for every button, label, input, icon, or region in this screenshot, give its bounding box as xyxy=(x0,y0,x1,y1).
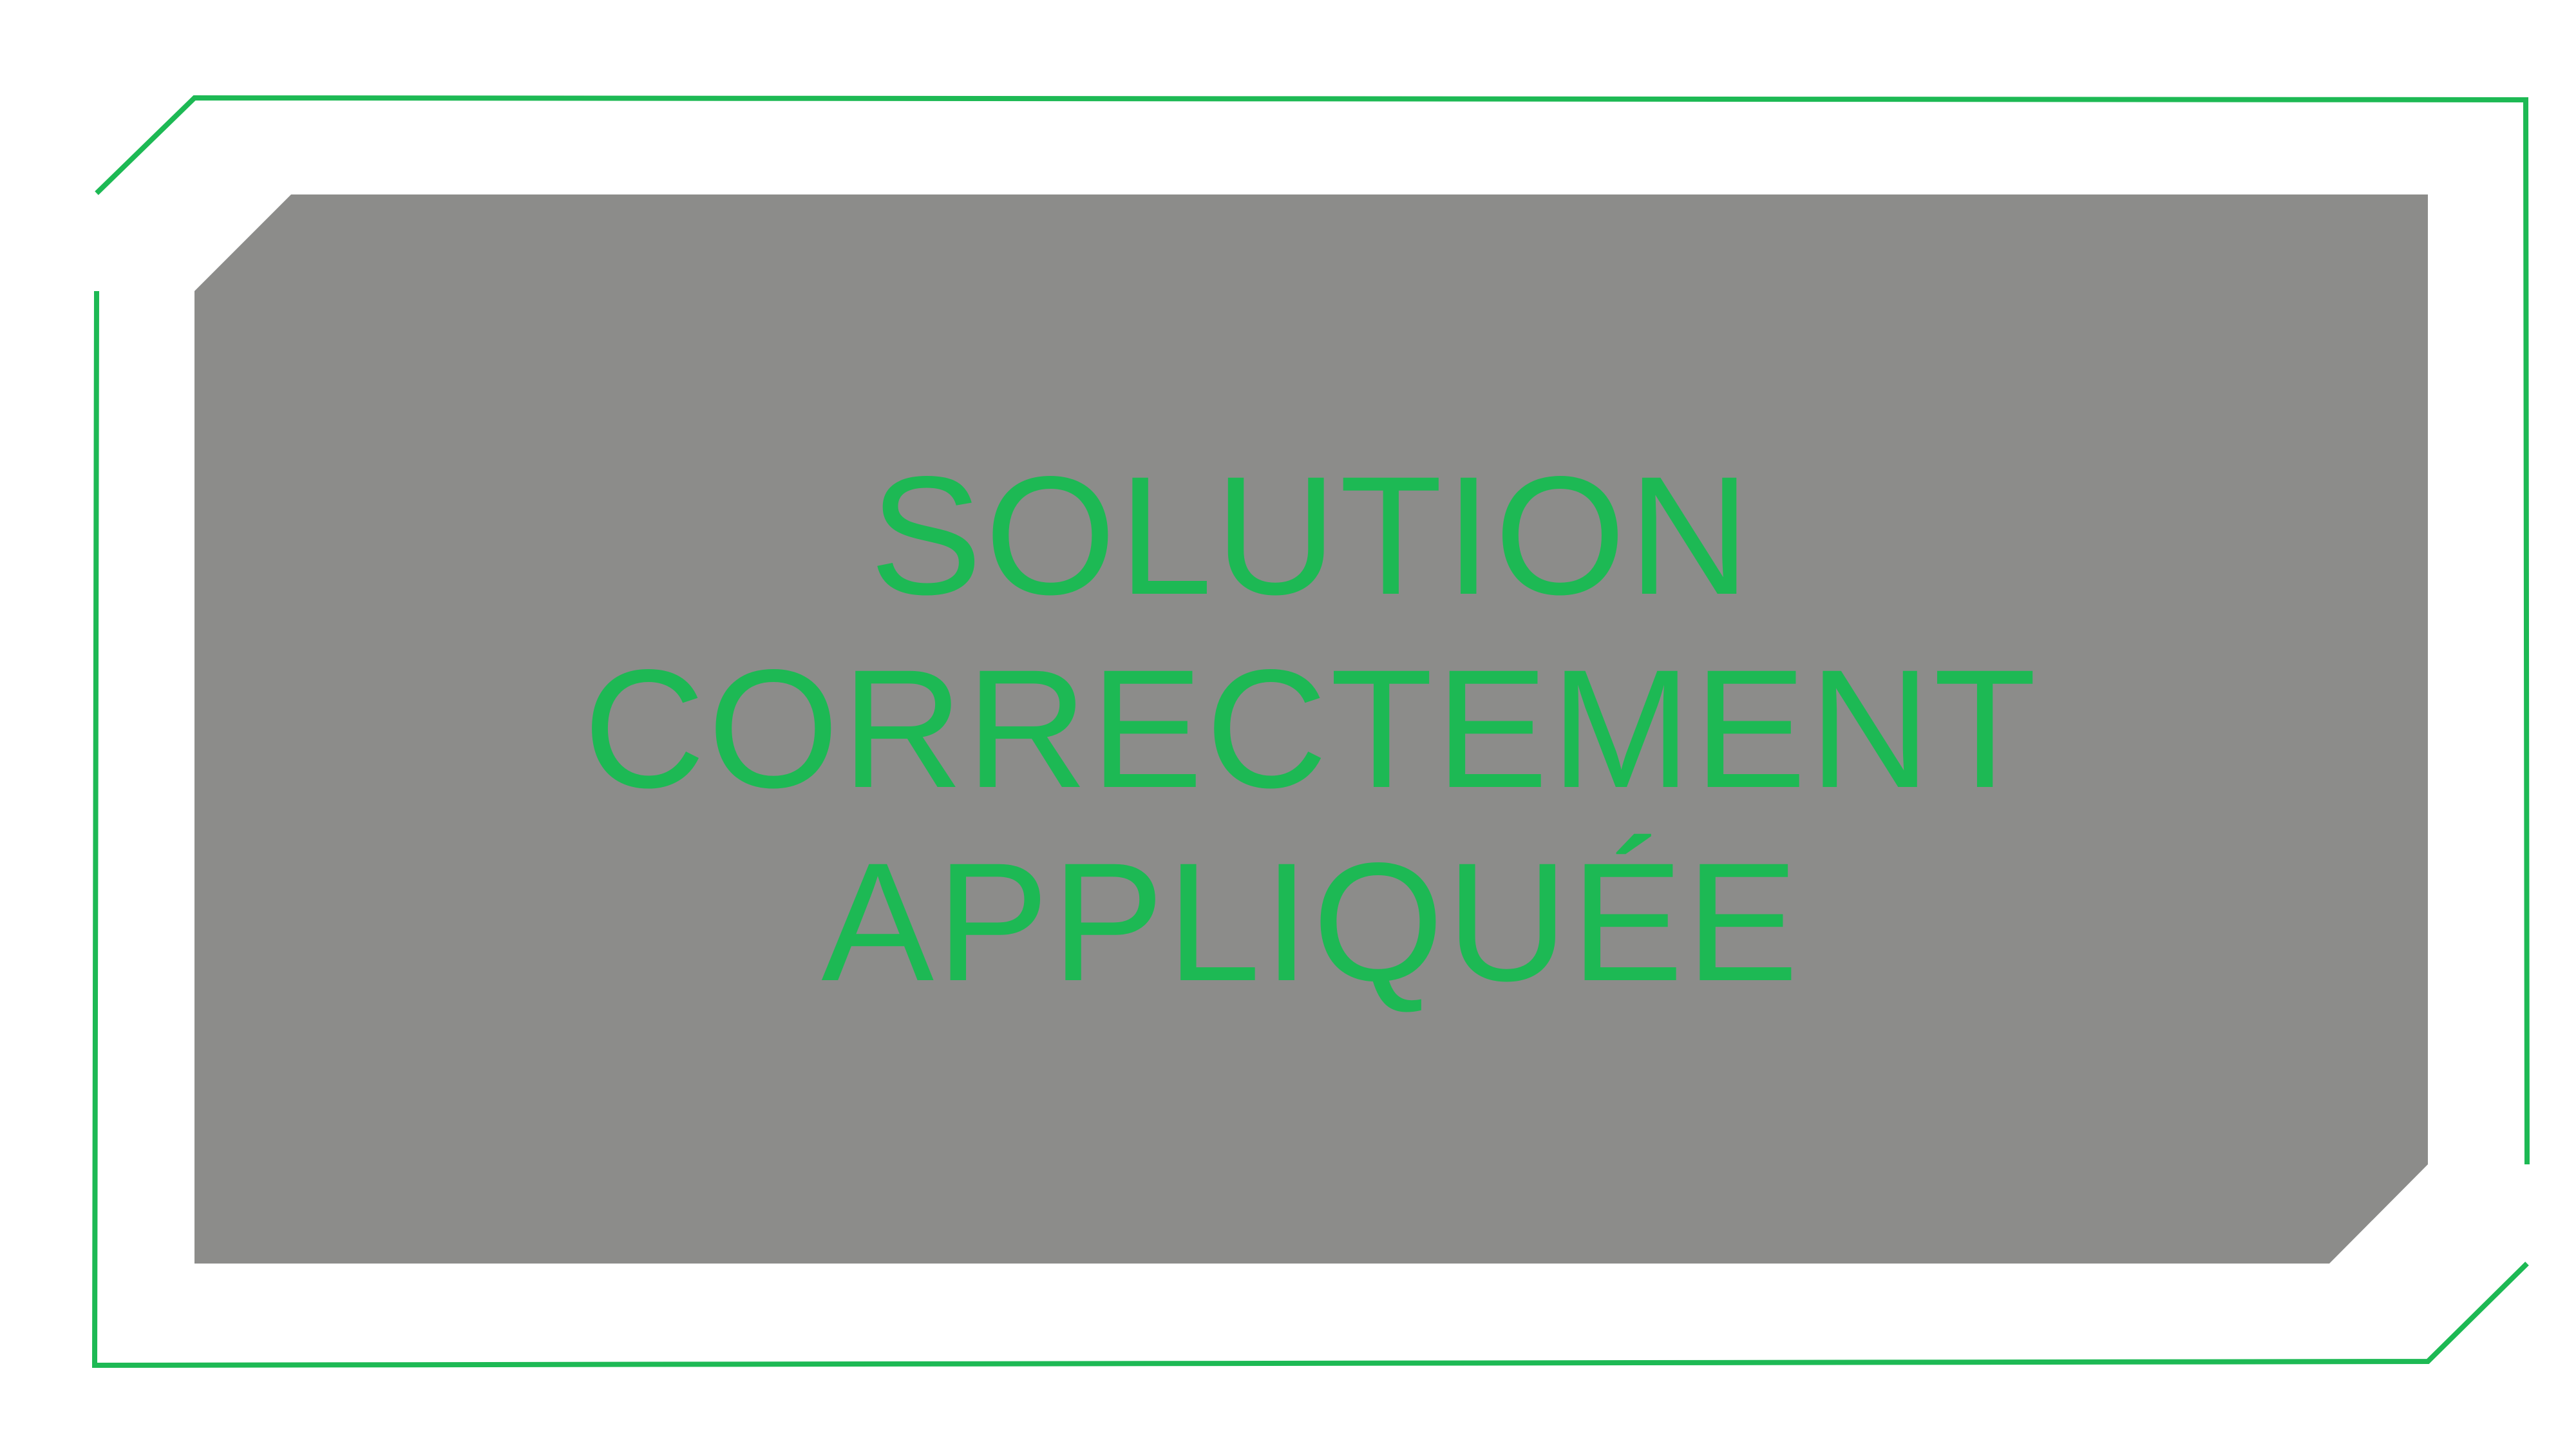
status-message-line-1: SOLUTION xyxy=(869,441,1753,630)
success-banner: SOLUTION CORRECTEMENT APPLIQUÉE xyxy=(0,0,2576,1449)
status-message: SOLUTION CORRECTEMENT APPLIQUÉE xyxy=(583,439,2039,1019)
status-message-line-3: APPLIQUÉE xyxy=(821,828,1801,1016)
message-area: SOLUTION CORRECTEMENT APPLIQUÉE xyxy=(194,194,2428,1264)
status-message-line-2: CORRECTEMENT xyxy=(583,634,2040,823)
